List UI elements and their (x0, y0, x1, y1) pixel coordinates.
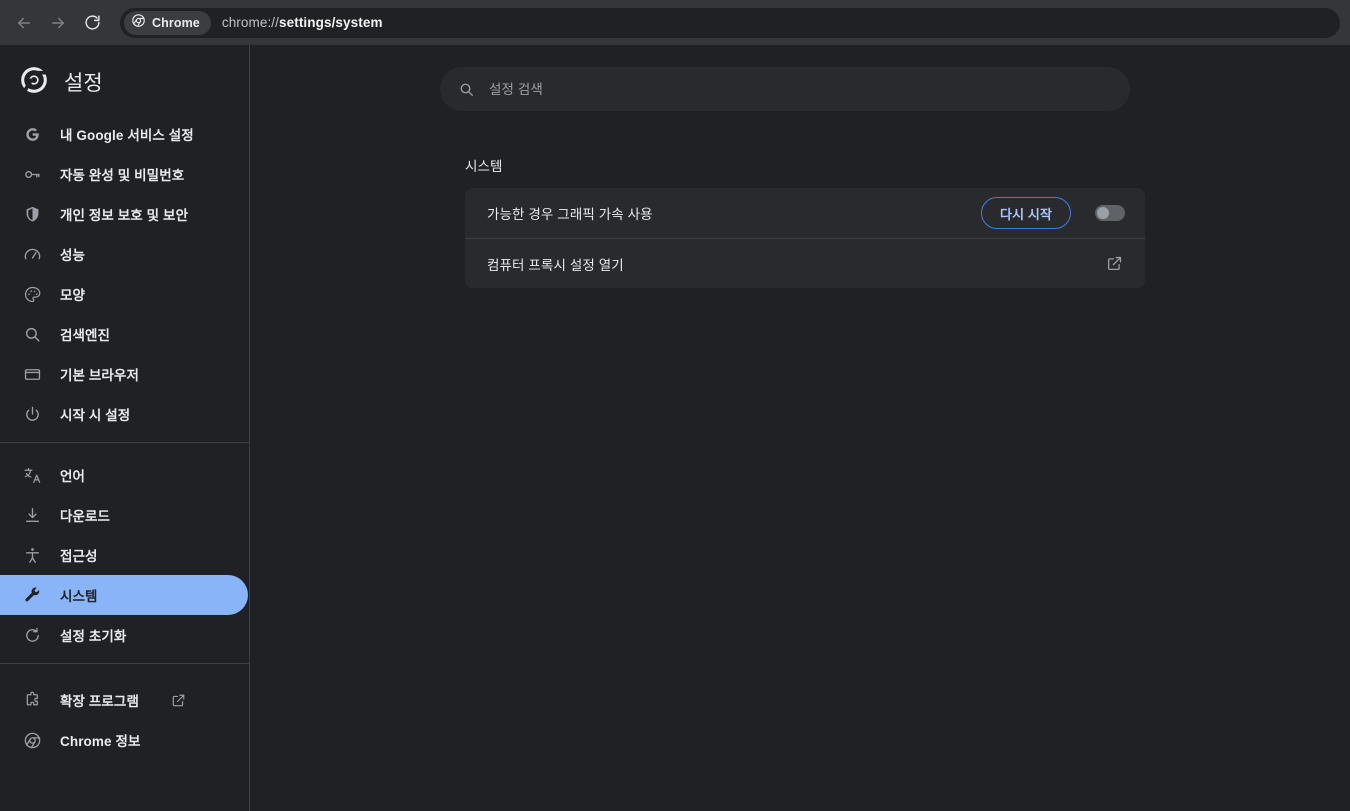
address-bar[interactable]: Chrome chrome://settings/system (120, 8, 1340, 38)
sidebar-item-languages[interactable]: 언어 (0, 455, 248, 495)
sidebar-item-reset-settings[interactable]: 설정 초기화 (0, 615, 248, 655)
url-path: settings/system (279, 15, 383, 30)
search-input[interactable] (489, 82, 1112, 97)
sidebar-item-extensions[interactable]: 확장 프로그램 (0, 680, 248, 720)
extension-icon (22, 690, 42, 710)
shield-icon (22, 204, 42, 224)
sidebar-item-label: 접근성 (60, 545, 98, 565)
sidebar-item-privacy-security[interactable]: 개인 정보 보호 및 보안 (0, 194, 248, 234)
row-graphics-acceleration: 가능한 경우 그래픽 가속 사용 다시 시작 (465, 188, 1145, 238)
sidebar-item-label: 시스템 (60, 585, 98, 605)
forward-arrow-icon (49, 14, 67, 32)
sidebar-item-downloads[interactable]: 다운로드 (0, 495, 248, 535)
reload-icon (84, 14, 101, 31)
search-icon (22, 324, 42, 344)
sidebar-item-autofill-passwords[interactable]: 자동 완성 및 비밀번호 (0, 154, 248, 194)
row-proxy-settings[interactable]: 컴퓨터 프록시 설정 열기 (465, 238, 1145, 288)
sidebar-item-label: 검색엔진 (60, 324, 110, 344)
wrench-icon (22, 585, 42, 605)
accessibility-icon (22, 545, 42, 565)
settings-sidebar: 설정 내 Google 서비스 설정 (0, 45, 250, 811)
palette-icon (22, 284, 42, 304)
sidebar-item-label: 언어 (60, 465, 85, 485)
back-button[interactable] (8, 7, 40, 39)
url-scheme: chrome:// (222, 15, 279, 30)
search-area (250, 45, 1350, 111)
google-g-icon (22, 124, 42, 144)
sidebar-group-footer: 확장 프로그램 (0, 672, 249, 760)
sidebar-item-label: 내 Google 서비스 설정 (60, 124, 194, 144)
sidebar-item-label: 다운로드 (60, 505, 110, 525)
sidebar-item-label: 자동 완성 및 비밀번호 (60, 164, 184, 184)
sidebar-item-appearance[interactable]: 모양 (0, 274, 248, 314)
sidebar-item-label: 성능 (60, 244, 85, 264)
chrome-logo-icon (131, 13, 146, 33)
key-icon (22, 164, 42, 184)
speedometer-icon (22, 244, 42, 264)
download-icon (22, 505, 42, 525)
graphics-acceleration-toggle[interactable] (1095, 205, 1125, 221)
settings-brand: 설정 (0, 54, 249, 110)
sidebar-item-label: 시작 시 설정 (60, 404, 130, 424)
browser-toolbar: Chrome chrome://settings/system (0, 0, 1350, 45)
sidebar-item-google-services[interactable]: 내 Google 서비스 설정 (0, 114, 248, 154)
sidebar-item-label: 모양 (60, 284, 85, 304)
forward-button[interactable] (42, 7, 74, 39)
chrome-chip-label: Chrome (152, 16, 200, 30)
chrome-scheme-chip[interactable]: Chrome (124, 11, 211, 35)
sidebar-item-system[interactable]: 시스템 (0, 575, 248, 615)
sidebar-divider (0, 663, 249, 664)
restore-icon (22, 625, 42, 645)
translate-icon (22, 465, 42, 485)
sidebar-item-on-startup[interactable]: 시작 시 설정 (0, 394, 248, 434)
row-label: 가능한 경우 그래픽 가속 사용 (487, 203, 981, 223)
address-bar-url: chrome://settings/system (222, 15, 383, 30)
section-heading: 시스템 (465, 155, 1145, 175)
sidebar-divider (0, 442, 249, 443)
sidebar-item-accessibility[interactable]: 접근성 (0, 535, 248, 575)
page-title: 설정 (64, 67, 103, 97)
back-arrow-icon (15, 14, 33, 32)
settings-content: 시스템 가능한 경우 그래픽 가속 사용 다시 시작 컴퓨터 프록시 설정 열기 (250, 45, 1350, 811)
sidebar-item-performance[interactable]: 성능 (0, 234, 248, 274)
search-settings-box[interactable] (440, 67, 1130, 111)
restart-button[interactable]: 다시 시작 (981, 197, 1071, 229)
sidebar-item-label: 설정 초기화 (60, 625, 126, 645)
sidebar-item-search-engine[interactable]: 검색엔진 (0, 314, 248, 354)
toggle-knob (1097, 207, 1109, 219)
external-link-icon (171, 692, 187, 708)
search-icon (458, 81, 475, 98)
sidebar-group-primary: 내 Google 서비스 설정 자동 완성 및 비밀번호 (0, 110, 249, 434)
reload-button[interactable] (76, 7, 108, 39)
sidebar-item-default-browser[interactable]: 기본 브라우저 (0, 354, 248, 394)
power-icon (22, 404, 42, 424)
row-label: 컴퓨터 프록시 설정 열기 (487, 254, 1103, 274)
system-settings-card: 가능한 경우 그래픽 가속 사용 다시 시작 컴퓨터 프록시 설정 열기 (465, 188, 1145, 288)
sidebar-item-label: 개인 정보 보호 및 보안 (60, 204, 188, 224)
chrome-logo-icon (22, 730, 42, 750)
sidebar-item-about-chrome[interactable]: Chrome 정보 (0, 720, 248, 760)
sidebar-item-label: 기본 브라우저 (60, 364, 139, 384)
browser-window-icon (22, 364, 42, 384)
sidebar-item-label: 확장 프로그램 (60, 690, 139, 710)
system-section: 시스템 가능한 경우 그래픽 가속 사용 다시 시작 컴퓨터 프록시 설정 열기 (455, 155, 1145, 288)
settings-page: 설정 내 Google 서비스 설정 (0, 45, 1350, 811)
chrome-logo-icon (20, 66, 48, 99)
sidebar-item-label: Chrome 정보 (60, 730, 141, 750)
sidebar-group-secondary: 언어 다운로드 (0, 451, 249, 655)
external-link-icon[interactable] (1103, 253, 1125, 275)
